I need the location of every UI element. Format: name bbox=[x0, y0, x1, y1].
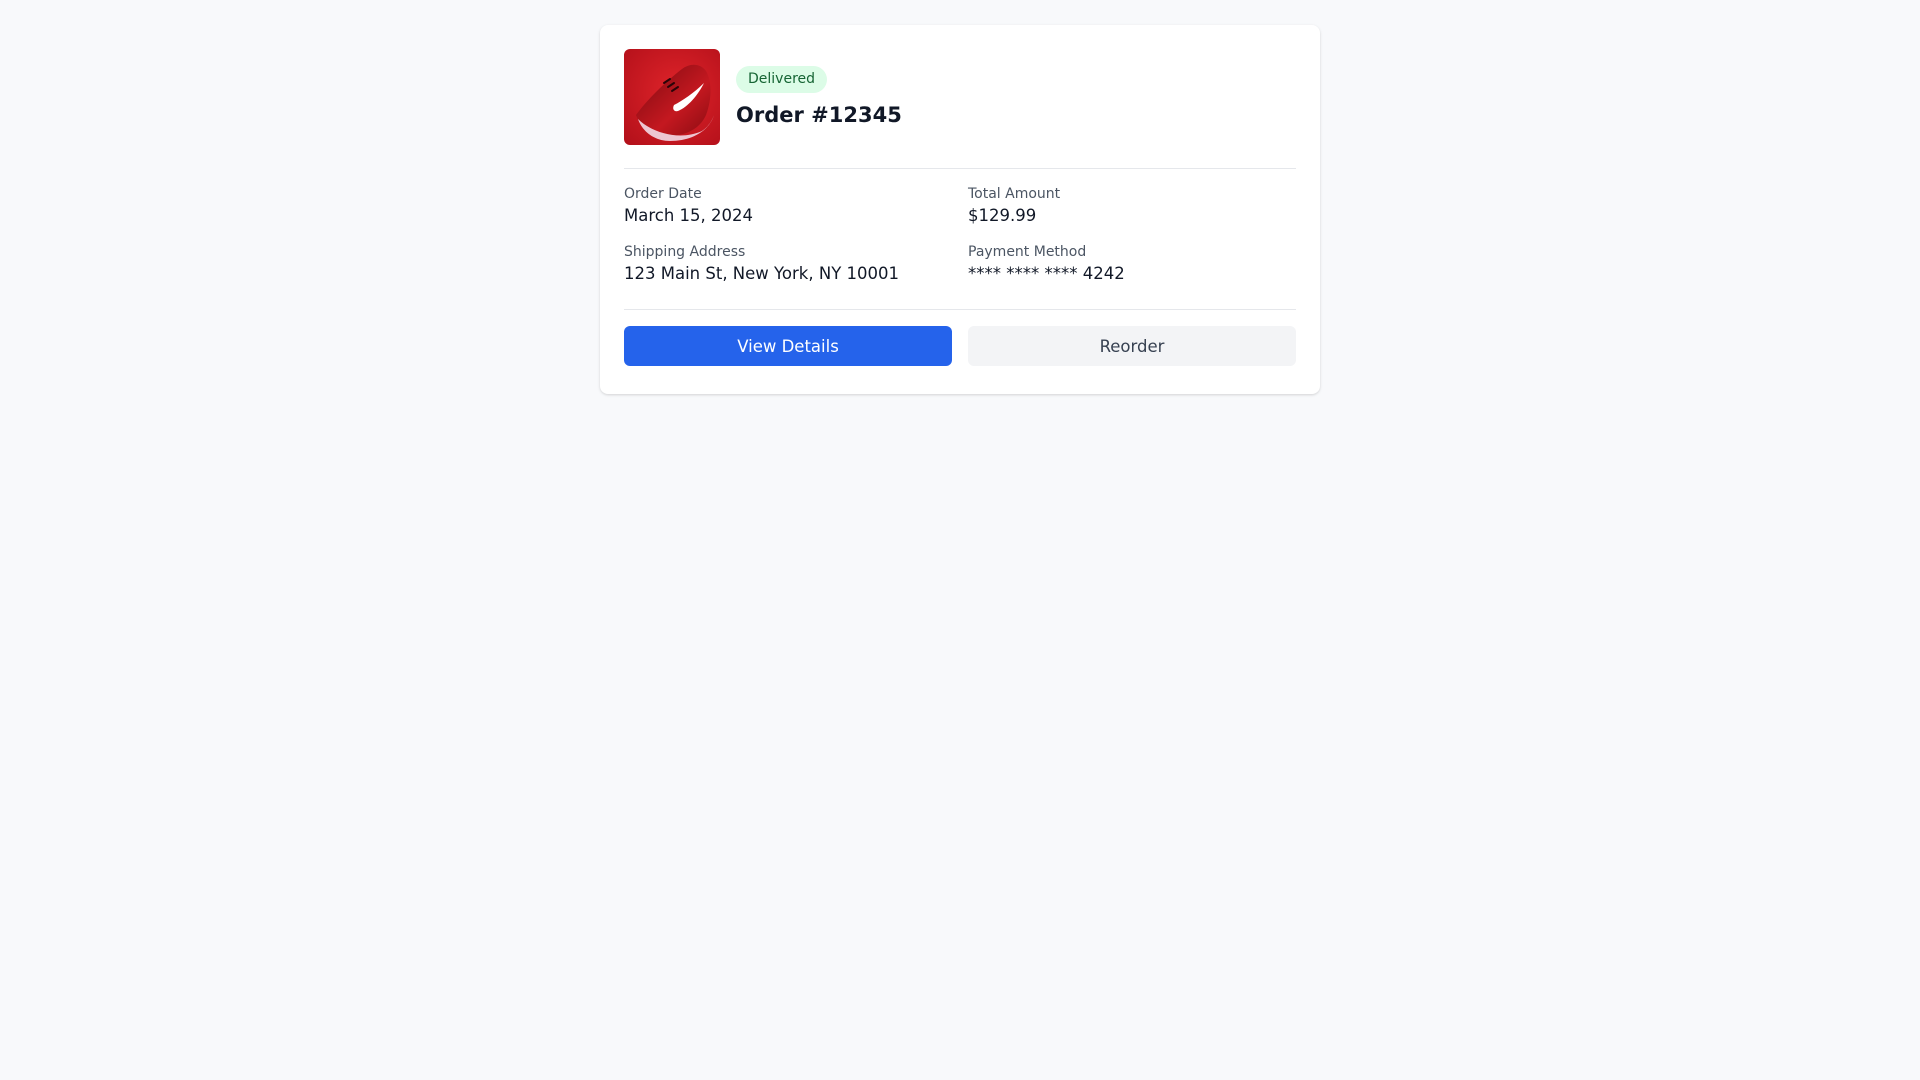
order-title-block: Delivered Order #12345 bbox=[736, 65, 902, 128]
status-badge: Delivered bbox=[736, 65, 828, 93]
order-header: Delivered Order #12345 bbox=[624, 48, 1296, 145]
order-details: Order Date March 15, 2024 Total Amount $… bbox=[624, 169, 1296, 309]
shipping-address-label: Shipping Address bbox=[624, 244, 746, 260]
shipping-address-field: Shipping Address 123 Main St, New York, … bbox=[624, 244, 968, 284]
order-card: Delivered Order #12345 Order Date March … bbox=[600, 25, 1320, 394]
shipping-address-value: 123 Main St, New York, NY 10001 bbox=[624, 264, 900, 283]
order-date-field: Order Date March 15, 2024 bbox=[624, 186, 968, 226]
product-image bbox=[624, 48, 720, 145]
total-amount-field: Total Amount $129.99 bbox=[968, 186, 1296, 226]
view-details-button[interactable]: View Details bbox=[624, 326, 952, 366]
payment-method-field: Payment Method **** **** **** 4242 bbox=[968, 244, 1296, 284]
order-date-value: March 15, 2024 bbox=[624, 206, 754, 225]
payment-method-label: Payment Method bbox=[968, 244, 1087, 260]
divider bbox=[624, 309, 1296, 310]
reorder-button[interactable]: Reorder bbox=[968, 326, 1296, 366]
order-actions: View Details Reorder bbox=[624, 326, 1296, 366]
total-amount-value: $129.99 bbox=[968, 206, 1037, 225]
payment-method-value: **** **** **** 4242 bbox=[968, 264, 1125, 283]
order-title: Order #12345 bbox=[736, 102, 902, 127]
total-amount-label: Total Amount bbox=[968, 186, 1061, 202]
order-date-label: Order Date bbox=[624, 186, 702, 202]
